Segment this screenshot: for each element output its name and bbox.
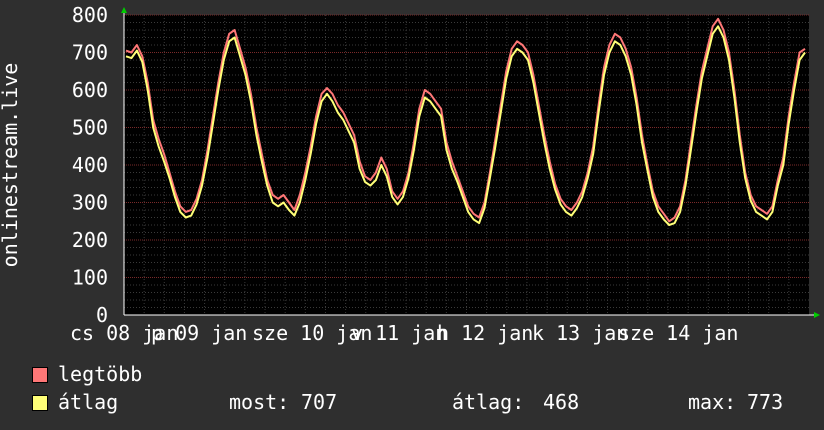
x-tick-label: h 12 jan bbox=[437, 321, 533, 345]
x-tick-label: p 09 jan bbox=[151, 321, 247, 345]
y-tick-label: 600 bbox=[72, 78, 108, 102]
legend-swatch-avg bbox=[32, 395, 48, 411]
y-tick-label: 300 bbox=[72, 191, 108, 215]
y-axis-label: onlinestream.live bbox=[0, 63, 22, 268]
y-tick-labels: 0100200300400500600700800 bbox=[72, 3, 108, 327]
legend-label-avg: átlag bbox=[58, 390, 119, 414]
x-tick-labels: cs 08 janp 09 jan sze 10 janv 11 janh 12 … bbox=[70, 321, 738, 345]
x-tick-label: v 11 jan bbox=[351, 321, 447, 345]
y-tick-label: 700 bbox=[72, 41, 108, 65]
x-axis-arrow-icon bbox=[814, 312, 820, 318]
stat-now-label: most: bbox=[229, 390, 290, 414]
legend-label-max: legtöbb bbox=[58, 362, 143, 386]
x-tick-label: sze 14 jan bbox=[618, 321, 738, 345]
y-axis-arrow-icon bbox=[121, 7, 127, 13]
legend-swatch-max bbox=[32, 367, 48, 383]
stat-max-value: 773 bbox=[747, 390, 784, 414]
x-tick-label: k 13 jan bbox=[532, 321, 628, 345]
y-tick-label: 500 bbox=[72, 116, 108, 140]
y-tick-label: 800 bbox=[72, 3, 108, 27]
y-tick-label: 100 bbox=[72, 266, 108, 290]
stat-now-value: 707 bbox=[301, 390, 338, 414]
y-tick-label: 400 bbox=[72, 153, 108, 177]
stat-avg-value: 468 bbox=[543, 390, 580, 414]
stat-max-label: max: bbox=[688, 390, 737, 414]
y-tick-label: 200 bbox=[72, 228, 108, 252]
stat-avg-label: átlag: bbox=[452, 390, 525, 414]
